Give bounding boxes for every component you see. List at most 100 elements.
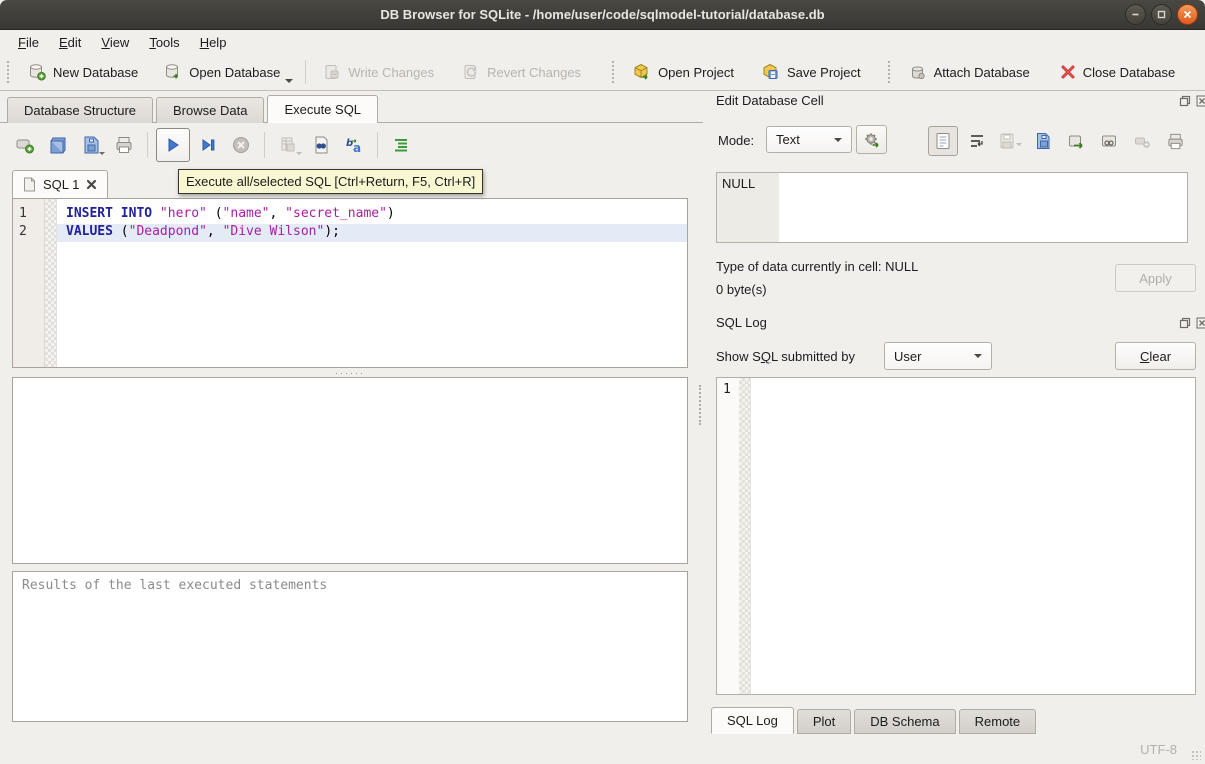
tab-sql-log-label: SQL Log <box>727 713 778 728</box>
maximize-button[interactable] <box>1151 4 1172 25</box>
sql-log-line-number: 1 <box>723 382 731 397</box>
menu-edit[interactable]: Edit <box>49 32 91 53</box>
sql-toolbar: b a <box>10 128 416 162</box>
print-cell-button[interactable] <box>1161 127 1189 155</box>
menu-help[interactable]: Help <box>190 32 237 53</box>
sql-editor[interactable]: 12 INSERT INTO "hero" ("name", "secret_n… <box>12 198 688 368</box>
toolbar-drag-handle[interactable] <box>612 61 617 83</box>
auto-switch-mode-button[interactable] <box>856 125 887 154</box>
save-sql-file-icon <box>81 135 101 155</box>
import-cell-button[interactable] <box>1029 127 1057 155</box>
tab-database-structure-label: Database Structure <box>24 103 136 118</box>
sql-code-area[interactable]: INSERT INTO "hero" ("name", "secret_name… <box>57 199 687 367</box>
word-wrap-button[interactable] <box>963 127 991 155</box>
new-sql-tab-button[interactable] <box>10 130 40 160</box>
horizontal-splitter[interactable]: ······ <box>12 369 688 376</box>
tab-db-schema-label: DB Schema <box>870 714 939 729</box>
mode-combobox[interactable]: Text <box>766 126 852 153</box>
toolbar-drag-handle[interactable] <box>7 61 12 83</box>
open-sql-file-button[interactable] <box>43 130 73 160</box>
write-changes-icon <box>323 63 341 81</box>
results-message-pane[interactable]: Results of the last executed statements <box>12 571 688 722</box>
tab-plot[interactable]: Plot <box>797 709 851 734</box>
save-sql-dropdown[interactable] <box>99 143 105 158</box>
menubar: File Edit View Tools Help <box>0 30 1205 54</box>
edit-cell-dock-title: Edit Database Cell <box>716 93 824 108</box>
copy-link-button[interactable] <box>1095 127 1123 155</box>
tab-sql-log[interactable]: SQL Log <box>711 707 794 734</box>
toolbar-separator <box>305 60 306 84</box>
sql-log-view[interactable]: 1 <box>716 377 1196 695</box>
close-button[interactable] <box>1177 4 1198 25</box>
resize-grip[interactable] <box>1191 750 1201 760</box>
execute-sql-tooltip: Execute all/selected SQL [Ctrl+Return, F… <box>178 169 483 194</box>
open-database-dropdown[interactable] <box>285 71 297 90</box>
menu-tools[interactable]: Tools <box>139 32 189 53</box>
edit-cell-dock-buttons <box>1178 94 1205 107</box>
minimize-button[interactable] <box>1125 4 1146 25</box>
close-icon <box>1196 95 1205 107</box>
close-dock-button[interactable] <box>1195 94 1205 107</box>
tab-browse-data[interactable]: Browse Data <box>156 97 264 123</box>
open-database-icon <box>164 63 182 81</box>
chevron-down-icon <box>296 152 302 155</box>
float-dock-button[interactable] <box>1178 316 1191 329</box>
float-dock-button[interactable] <box>1178 94 1191 107</box>
line-number-gutter: 12 <box>13 199 45 367</box>
sql-log-content[interactable] <box>751 378 1195 694</box>
tab-remote[interactable]: Remote <box>959 709 1037 734</box>
export-to-file-button[interactable] <box>1062 127 1090 155</box>
revert-changes-label: Revert Changes <box>487 65 581 80</box>
chevron-down-icon <box>1016 134 1022 149</box>
save-sql-file-button[interactable] <box>76 130 106 160</box>
find-button[interactable] <box>306 130 336 160</box>
execute-sql-button[interactable] <box>156 128 190 162</box>
save-gray-icon <box>998 132 1016 150</box>
word-wrap-icon <box>968 132 986 150</box>
toolbar-drag-handle[interactable] <box>888 61 893 83</box>
clear-log-button-label: Clear <box>1140 349 1171 364</box>
tab-execute-sql[interactable]: Execute SQL <box>267 95 378 123</box>
menu-file[interactable]: File <box>8 32 49 53</box>
open-project-label: Open Project <box>658 65 734 80</box>
execute-current-line-button[interactable] <box>193 130 223 160</box>
save-project-button[interactable]: Save Project <box>753 57 870 87</box>
tab-database-structure[interactable]: Database Structure <box>7 97 153 123</box>
gear-arrow-icon <box>863 131 881 149</box>
cell-editor-content[interactable] <box>779 173 1187 242</box>
link-icon <box>1100 132 1118 150</box>
sql-tab-1-label: SQL 1 <box>43 177 79 192</box>
menu-view[interactable]: View <box>91 32 139 53</box>
fold-margin <box>739 378 751 694</box>
export-cell-button <box>996 127 1024 155</box>
apply-button: Apply <box>1115 264 1196 292</box>
new-database-button[interactable]: New Database <box>19 57 147 87</box>
results-grid-pane[interactable] <box>12 377 688 564</box>
write-changes-button: Write Changes <box>314 57 443 87</box>
text-mode-button[interactable] <box>928 126 958 156</box>
open-project-button[interactable]: Open Project <box>624 57 743 87</box>
tab-db-schema[interactable]: DB Schema <box>854 709 955 734</box>
tooltip-text: Execute all/selected SQL [Ctrl+Return, F… <box>186 174 475 189</box>
cell-editor[interactable]: NULL <box>716 172 1188 243</box>
attach-database-button[interactable]: Attach Database <box>900 57 1039 87</box>
encoding-indicator[interactable]: UTF-8 <box>1140 742 1177 757</box>
save-results-button <box>273 130 303 160</box>
main-toolbar: New Database Open Database Write Changes… <box>0 54 1205 91</box>
revert-changes-button: Revert Changes <box>453 57 590 87</box>
clear-log-button[interactable]: Clear <box>1115 342 1196 370</box>
open-database-button[interactable]: Open Database <box>155 57 289 87</box>
auto-format-button[interactable]: b a <box>339 130 369 160</box>
cell-value: NULL <box>722 176 755 191</box>
sql-log-filter-combobox[interactable]: User <box>884 342 992 370</box>
save-results-dropdown <box>296 143 302 158</box>
close-dock-button[interactable] <box>1195 316 1205 329</box>
vertical-splitter[interactable] <box>699 385 701 425</box>
close-database-button[interactable]: Close Database <box>1051 58 1185 86</box>
sql-tab-1[interactable]: SQL 1 <box>12 170 108 198</box>
float-icon <box>1179 95 1191 107</box>
toggle-comment-button[interactable] <box>386 130 416 160</box>
close-tab-icon[interactable] <box>86 179 97 190</box>
chevron-down-icon <box>99 152 105 155</box>
print-sql-button[interactable] <box>109 130 139 160</box>
